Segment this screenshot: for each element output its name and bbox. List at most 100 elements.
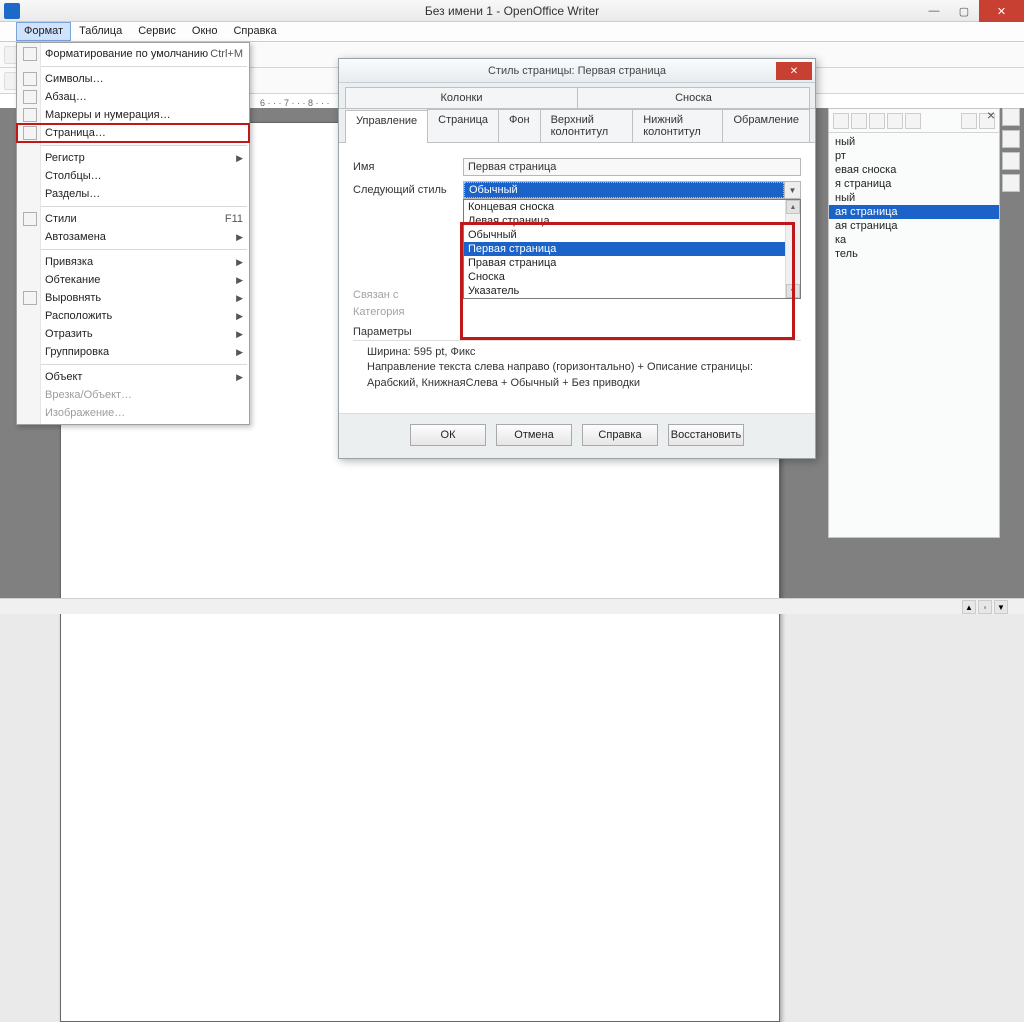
scroll-down-icon[interactable]: ▼ (786, 284, 800, 298)
style-category-btn[interactable] (833, 113, 849, 129)
style-category-btn[interactable] (851, 113, 867, 129)
horizontal-scrollbar[interactable]: ▲ ◦ ▼ (0, 598, 1024, 614)
name-field[interactable]: Первая страница (463, 158, 801, 176)
next-style-label: Следующий стиль (353, 184, 463, 196)
menu-item[interactable]: Маркеры и нумерация… (17, 106, 249, 124)
help-button[interactable]: Справка (582, 424, 658, 446)
tab-borders[interactable]: Обрамление (722, 109, 810, 142)
style-list-item[interactable]: ая страница (829, 219, 999, 233)
menu-format[interactable]: Формат (16, 22, 71, 41)
tab-header[interactable]: Верхний колонтитул (540, 109, 634, 142)
submenu-arrow-icon: ▶ (236, 232, 243, 243)
menu-item[interactable]: Форматирование по умолчаниюCtrl+M (17, 45, 249, 63)
menu-item-label: Разделы… (45, 188, 100, 200)
style-category-btn[interactable] (887, 113, 903, 129)
menu-item-label: Страница… (45, 127, 106, 139)
menu-item-icon (23, 72, 37, 86)
style-list-item[interactable]: ка (829, 233, 999, 247)
style-list-item[interactable]: ный (829, 135, 999, 149)
submenu-arrow-icon: ▶ (236, 311, 243, 322)
menu-item[interactable]: Группировка▶ (17, 343, 249, 361)
style-list-item[interactable]: тель (829, 247, 999, 261)
menu-item-label: Изображение… (45, 407, 125, 419)
style-list-item[interactable]: я страница (829, 177, 999, 191)
dropdown-option[interactable]: Правая страница (464, 256, 800, 270)
menu-separator (19, 206, 247, 207)
dropdown-scrollbar[interactable]: ▲ ▼ (785, 200, 800, 298)
maximize-button[interactable]: ▢ (949, 0, 979, 22)
dropdown-option[interactable]: Левая страница (464, 214, 800, 228)
window-title: Без имени 1 - OpenOffice Writer (425, 4, 599, 18)
menu-item[interactable]: Отразить▶ (17, 325, 249, 343)
palette-btn[interactable] (1002, 130, 1020, 148)
dialog-title-bar[interactable]: Стиль страницы: Первая страница ✕ (339, 59, 815, 83)
menu-item[interactable]: Столбцы… (17, 167, 249, 185)
menu-service[interactable]: Сервис (130, 22, 184, 41)
submenu-arrow-icon: ▶ (236, 372, 243, 383)
scroll-up-icon[interactable]: ▲ (962, 600, 976, 614)
menu-item[interactable]: Регистр▶ (17, 149, 249, 167)
menu-item[interactable]: Символы… (17, 70, 249, 88)
style-list-item[interactable]: ный (829, 191, 999, 205)
fill-format-btn[interactable] (961, 113, 977, 129)
menu-help[interactable]: Справка (225, 22, 284, 41)
menu-item[interactable]: Автозамена▶ (17, 228, 249, 246)
tab-columns[interactable]: Колонки (345, 87, 578, 108)
menu-item-label: Выровнять (45, 292, 101, 304)
menu-item-label: Абзац… (45, 91, 87, 103)
tab-footnote[interactable]: Сноска (577, 87, 810, 108)
submenu-arrow-icon: ▶ (236, 153, 243, 164)
menu-item-label: Отразить (45, 328, 93, 340)
submenu-arrow-icon: ▶ (236, 293, 243, 304)
menu-item-icon (23, 291, 37, 305)
menu-table[interactable]: Таблица (71, 22, 130, 41)
close-button[interactable]: ✕ (979, 0, 1024, 22)
dropdown-option[interactable]: Сноска (464, 270, 800, 284)
chevron-down-icon[interactable]: ▼ (784, 182, 800, 198)
palette-btn[interactable] (1002, 174, 1020, 192)
menu-item-label: Столбцы… (45, 170, 102, 182)
menu-item[interactable]: Объект▶ (17, 368, 249, 386)
cancel-button[interactable]: Отмена (496, 424, 572, 446)
menu-item[interactable]: Обтекание▶ (17, 271, 249, 289)
palette-btn[interactable] (1002, 152, 1020, 170)
dialog-title: Стиль страницы: Первая страница (488, 65, 666, 77)
menu-window[interactable]: Окно (184, 22, 226, 41)
menu-item[interactable]: Страница… (17, 124, 249, 142)
menu-item[interactable]: Выровнять ▶ (17, 289, 249, 307)
dropdown-option[interactable]: Первая страница (464, 242, 800, 256)
palette-btn[interactable] (1002, 108, 1020, 126)
panel-close-icon[interactable]: × (987, 107, 995, 123)
menu-shortcut: F11 (225, 213, 243, 225)
style-category-btn[interactable] (905, 113, 921, 129)
tab-footer[interactable]: Нижний колонтитул (632, 109, 723, 142)
style-list-item[interactable]: рт (829, 149, 999, 163)
style-list-item[interactable]: евая сноска (829, 163, 999, 177)
dropdown-option[interactable]: Указатель (464, 284, 800, 298)
menu-item[interactable]: Разделы… (17, 185, 249, 203)
menu-item-label: Символы… (45, 73, 104, 85)
dropdown-option[interactable]: Обычный (464, 228, 800, 242)
scroll-up-icon[interactable]: ▲ (786, 200, 800, 214)
scroll-down-icon[interactable]: ▼ (994, 600, 1008, 614)
tab-organizer[interactable]: Управление (345, 110, 428, 143)
dropdown-option[interactable]: Концевая сноска (464, 200, 800, 214)
dialog-close-button[interactable]: ✕ (776, 62, 812, 80)
parameters-header: Параметры (353, 326, 801, 341)
style-list-item[interactable]: ая страница (829, 205, 999, 219)
scroll-nav-icon[interactable]: ◦ (978, 600, 992, 614)
name-row: Имя Первая страница (353, 158, 801, 176)
menu-item[interactable]: Абзац… (17, 88, 249, 106)
tab-background[interactable]: Фон (498, 109, 541, 142)
style-category-btn[interactable] (869, 113, 885, 129)
reset-button[interactable]: Восстановить (668, 424, 744, 446)
tab-page[interactable]: Страница (427, 109, 499, 142)
ok-button[interactable]: ОК (410, 424, 486, 446)
menu-separator (19, 364, 247, 365)
menu-item[interactable]: Привязка▶ (17, 253, 249, 271)
next-style-combo[interactable]: Обычный ▼ (463, 181, 801, 199)
minimize-button[interactable]: — (919, 0, 949, 22)
menu-item[interactable]: СтилиF11 (17, 210, 249, 228)
dialog-body: Имя Первая страница Следующий стиль Обыч… (339, 143, 815, 413)
menu-item[interactable]: Расположить▶ (17, 307, 249, 325)
